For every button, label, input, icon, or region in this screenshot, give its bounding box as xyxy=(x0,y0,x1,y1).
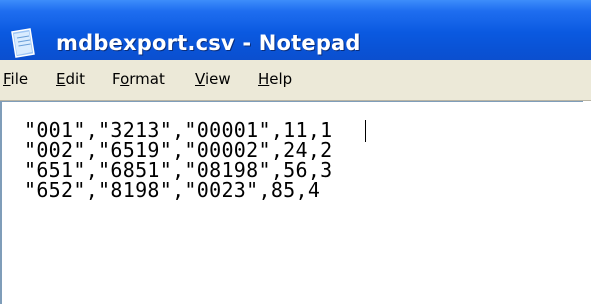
text-editor[interactable]: "001","3213","00001",11,1 "002","6519","… xyxy=(0,101,591,304)
text-cursor xyxy=(365,120,366,142)
text-line[interactable]: "652","8198","0023",85,4 xyxy=(24,180,320,200)
menu-view[interactable]: View xyxy=(195,70,231,88)
menu-file[interactable]: File xyxy=(3,70,28,88)
text-line[interactable]: "002","6519","00002",24,2 xyxy=(24,140,333,160)
window-title: mdbexport.csv - Notepad xyxy=(56,31,361,55)
notepad-window: mdbexport.csv - Notepad File Edit Format… xyxy=(0,0,591,304)
notepad-icon xyxy=(11,28,35,58)
menu-mnemonic: E xyxy=(56,70,66,88)
title-bar[interactable]: mdbexport.csv - Notepad xyxy=(0,0,591,60)
menu-bar: File Edit Format View Help xyxy=(0,60,591,101)
menu-mnemonic: o xyxy=(120,70,130,88)
menu-mnemonic: V xyxy=(195,70,205,88)
menu-edit[interactable]: Edit xyxy=(56,70,85,88)
text-line[interactable]: "001","3213","00001",11,1 xyxy=(24,120,333,140)
text-line[interactable]: "651","6851","08198",56,3 xyxy=(24,160,333,180)
menu-help[interactable]: Help xyxy=(258,70,292,88)
menu-mnemonic: H xyxy=(258,70,270,88)
text-area[interactable]: "001","3213","00001",11,1 "002","6519","… xyxy=(0,101,583,304)
menu-mnemonic: F xyxy=(3,70,11,88)
menu-format[interactable]: Format xyxy=(112,70,165,88)
